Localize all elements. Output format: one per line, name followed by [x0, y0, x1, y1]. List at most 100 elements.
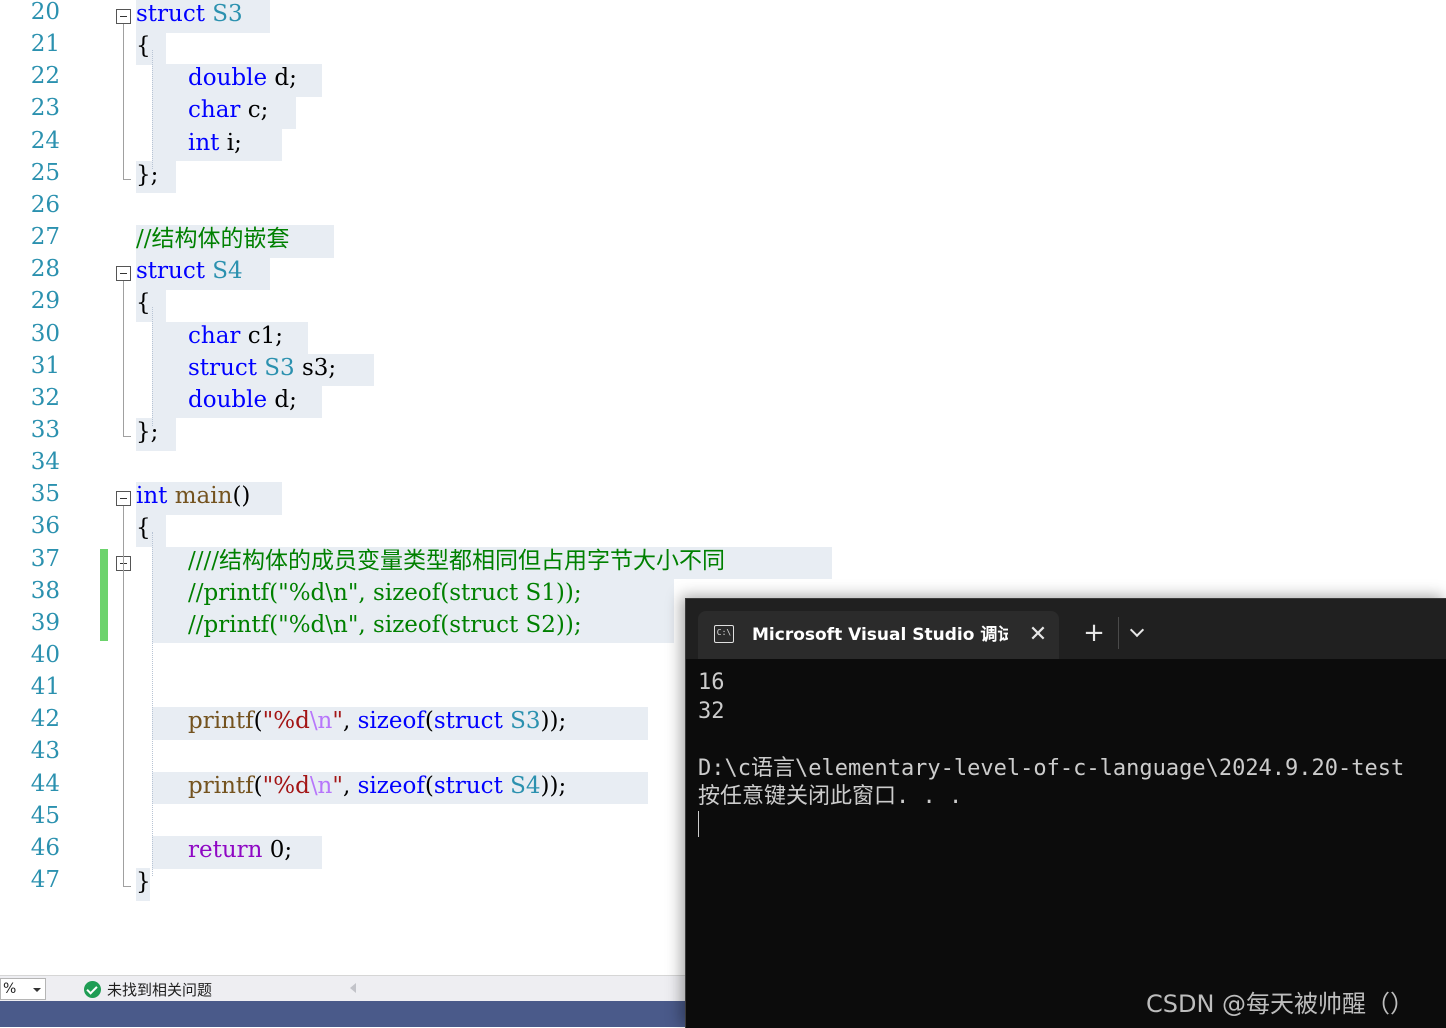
code-token: s3; — [294, 354, 337, 381]
code-token: //printf("%d\n", sizeof(struct S2)); — [188, 611, 582, 638]
code-token: S4 — [212, 258, 243, 285]
code-token: d; — [267, 65, 297, 92]
collapse-toggle-icon[interactable] — [116, 491, 131, 507]
code-token: S3 — [510, 708, 541, 735]
outline-guide — [123, 24, 124, 179]
indent-guide — [152, 50, 153, 169]
code-line[interactable]: { — [136, 30, 151, 62]
code-token: "%d — [262, 772, 310, 799]
code-token: char — [188, 322, 241, 349]
line-number: 21 — [30, 31, 60, 58]
zoom-dropdown[interactable]: % — [0, 978, 46, 1000]
code-token: }; — [136, 418, 159, 445]
code-line[interactable]: int i; — [188, 127, 242, 159]
code-line[interactable]: char c; — [188, 94, 268, 126]
line-number: 38 — [30, 577, 60, 604]
code-token: ////结构体的成员变量类型都相同但占用字节大小不同 — [188, 547, 725, 574]
line-number: 44 — [30, 770, 60, 797]
issues-indicator[interactable]: 未找到相关问题 — [84, 978, 212, 1000]
new-tab-plus-icon[interactable]: + — [1082, 620, 1106, 646]
code-token: () — [232, 483, 251, 510]
console-tab-title: Microsoft Visual Studio 调试控制台 — [752, 625, 1008, 645]
code-line[interactable]: return 0; — [188, 834, 292, 866]
issues-text: 未找到相关问题 — [107, 980, 213, 999]
code-token: , — [342, 772, 358, 799]
code-token: printf — [188, 708, 254, 735]
line-number: 25 — [30, 159, 60, 186]
code-line[interactable]: double d; — [188, 384, 297, 416]
code-line[interactable]: ////结构体的成员变量类型都相同但占用字节大小不同 — [188, 545, 725, 577]
console-output-line: 16 — [698, 670, 725, 695]
line-number: 22 — [30, 63, 60, 90]
code-token: struct — [136, 1, 205, 27]
scroll-left-arrow-icon[interactable] — [350, 983, 356, 993]
line-number: 31 — [30, 352, 60, 379]
console-output-line: 32 — [698, 698, 725, 724]
code-token: ( — [424, 708, 434, 735]
line-number: 23 — [30, 95, 60, 122]
outline-guide-end — [123, 435, 131, 437]
code-line[interactable]: double d; — [188, 62, 297, 94]
line-number: 41 — [30, 674, 60, 701]
line-number: 28 — [30, 256, 60, 283]
code-line[interactable]: struct S4 — [136, 255, 243, 287]
line-number: 26 — [30, 191, 60, 218]
code-token: S3 — [212, 1, 243, 27]
code-line[interactable]: struct S3 — [136, 0, 243, 30]
code-token: )); — [540, 772, 567, 799]
code-token: S4 — [510, 772, 541, 799]
code-token: double — [188, 65, 268, 92]
code-token: }; — [136, 161, 159, 188]
code-token: c; — [240, 97, 269, 124]
chevron-down-icon[interactable] — [1129, 622, 1145, 638]
code-token: { — [136, 33, 151, 60]
code-line[interactable]: //printf("%d\n", sizeof(struct S1)); — [188, 577, 582, 609]
change-indicator-bar — [100, 548, 108, 641]
code-token: main — [174, 483, 233, 510]
code-token: S3 — [264, 354, 295, 381]
line-number: 34 — [30, 449, 60, 476]
line-number: 29 — [30, 288, 60, 315]
outline-guide-end — [123, 178, 131, 180]
console-title-bar: C:\ Microsoft Visual Studio 调试控制台 ✕ + — [686, 599, 1446, 659]
debug-console-window[interactable]: C:\ Microsoft Visual Studio 调试控制台 ✕ + 16… — [685, 598, 1446, 1028]
code-token: struct — [433, 772, 503, 799]
chevron-down-icon — [33, 988, 41, 992]
code-token: char — [188, 97, 241, 124]
code-token: , — [342, 708, 358, 735]
code-line[interactable]: { — [136, 512, 151, 544]
close-icon[interactable]: ✕ — [1026, 623, 1050, 647]
code-line[interactable]: //结构体的嵌套 — [136, 223, 290, 255]
code-token: ( — [424, 772, 434, 799]
line-number: 46 — [30, 834, 60, 861]
code-token: struct — [188, 354, 257, 381]
code-token: " — [332, 772, 343, 799]
line-number: 45 — [30, 802, 60, 829]
code-line[interactable]: printf("%d\n", sizeof(struct S3)); — [188, 705, 566, 737]
console-tab[interactable]: C:\ Microsoft Visual Studio 调试控制台 ✕ — [698, 611, 1059, 659]
code-line[interactable]: }; — [136, 416, 158, 448]
outline-guide-end — [123, 886, 131, 888]
indent-guide — [152, 307, 153, 426]
line-number: 36 — [30, 513, 60, 540]
collapse-toggle-icon[interactable] — [116, 266, 131, 282]
code-line[interactable]: char c1; — [188, 320, 283, 352]
code-line[interactable]: printf("%d\n", sizeof(struct S4)); — [188, 770, 566, 802]
code-token: ( — [253, 708, 263, 735]
check-circle-icon — [84, 980, 101, 998]
code-line[interactable]: } — [136, 866, 151, 898]
code-line[interactable]: int main() — [136, 480, 250, 512]
code-line[interactable]: { — [136, 287, 151, 319]
code-token: //printf("%d\n", sizeof(struct S1)); — [188, 579, 582, 606]
code-line[interactable]: }; — [136, 159, 158, 191]
code-token: \n — [309, 708, 333, 735]
line-number: 30 — [30, 320, 60, 347]
code-token: sizeof — [357, 708, 425, 735]
code-line[interactable]: //printf("%d\n", sizeof(struct S2)); — [188, 609, 582, 641]
code-token: d; — [267, 386, 297, 413]
line-number: 39 — [30, 609, 60, 636]
collapse-toggle-icon[interactable] — [116, 9, 131, 24]
line-number: 43 — [30, 738, 60, 765]
code-line[interactable]: struct S3 s3; — [188, 352, 336, 384]
